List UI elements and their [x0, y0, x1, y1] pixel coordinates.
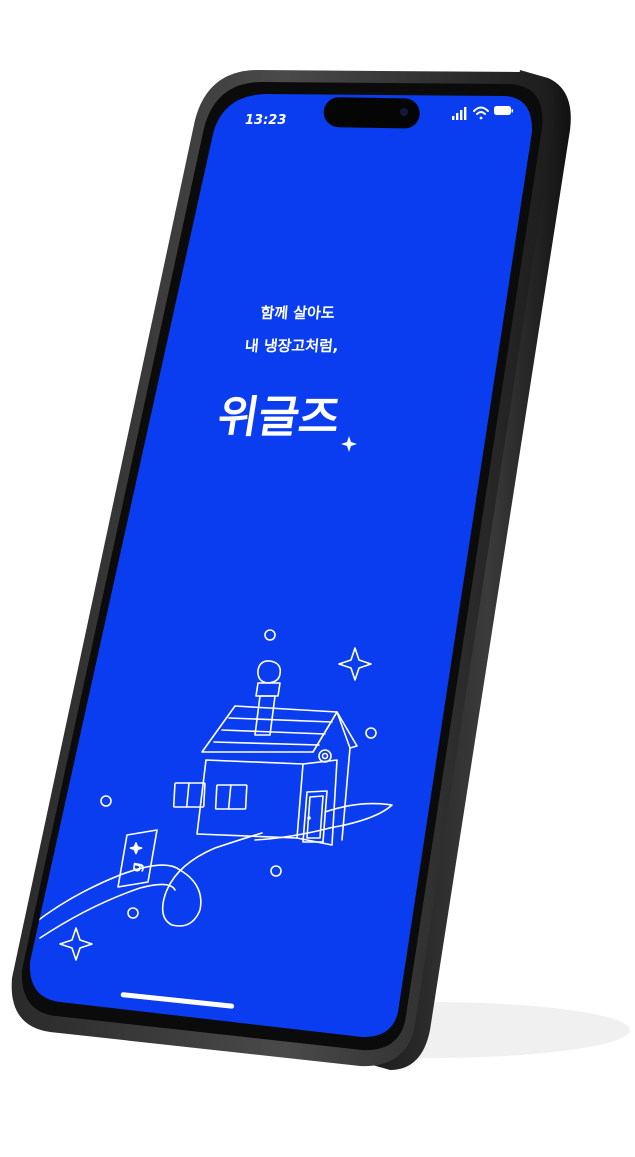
- brand-wordmark: 위글즈: [214, 392, 343, 443]
- tagline-line-2: 내 냉장고처럼,: [244, 337, 339, 355]
- tagline-line-1: 함께 살아도: [260, 304, 336, 322]
- battery-icon: [494, 106, 514, 115]
- front-camera-icon: [400, 108, 408, 116]
- phone-mockup: 13:23 함께 살아도 내 냉장고처럼, 위글즈 ɡ: [11, 70, 630, 1070]
- status-time: 13:23: [245, 113, 286, 128]
